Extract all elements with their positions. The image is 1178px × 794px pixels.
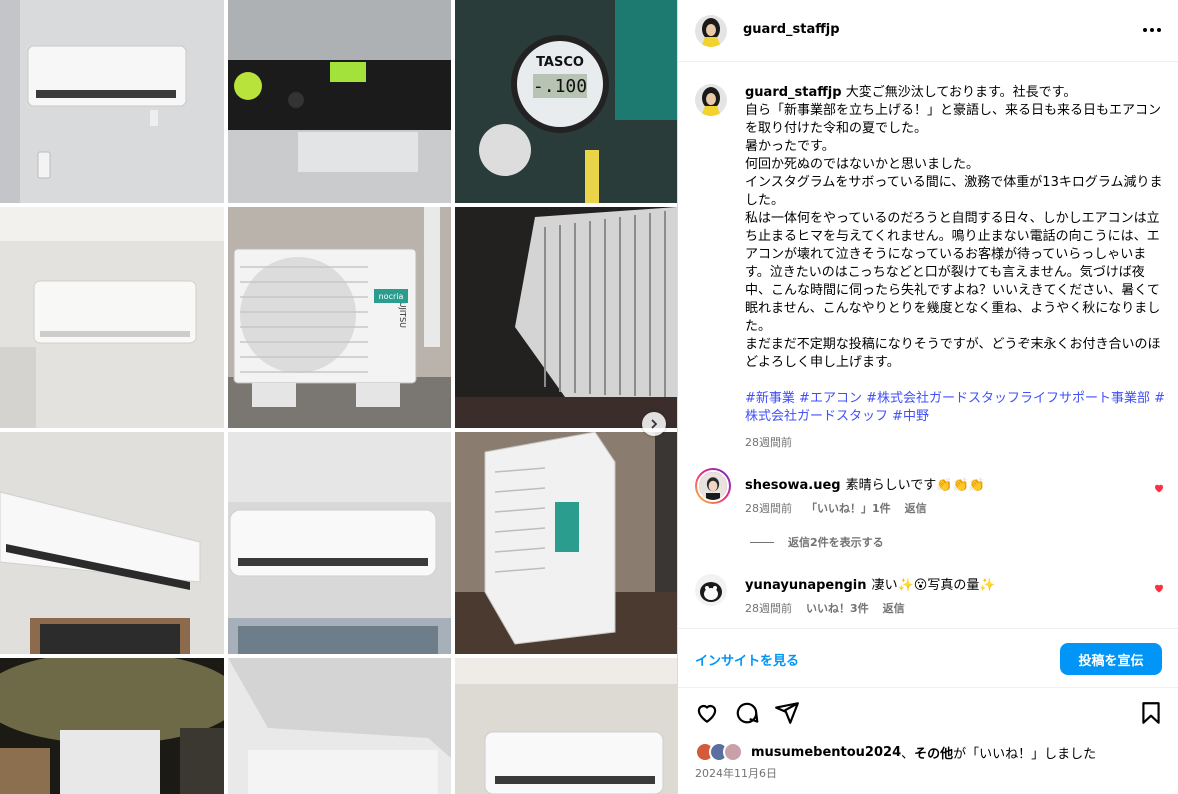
caption-avatar[interactable] <box>695 84 727 116</box>
tasco-label: TASCO <box>536 55 584 70</box>
comment-item: shesowa.ueg 素晴らしいです👏👏👏 28週間前 「いいね！」1件 返信 <box>678 468 1178 518</box>
heart-icon[interactable] <box>694 700 720 726</box>
heart-filled-icon[interactable] <box>1153 582 1165 594</box>
photo-indoor-unit-3[interactable] <box>0 432 224 654</box>
commenter-username[interactable]: yunayunapengin <box>745 578 867 593</box>
photo-outdoor-unit-3[interactable] <box>0 658 224 794</box>
photo-ceiling[interactable] <box>228 658 451 794</box>
post-header: guard_staffjp <box>678 0 1178 62</box>
comment-icon[interactable] <box>734 700 760 726</box>
view-replies-label: 返信2件を表示する <box>788 536 884 549</box>
comment-time[interactable]: 28週間前 <box>745 600 792 616</box>
view-replies-button[interactable]: 返信2件を表示する <box>750 534 884 550</box>
gauge-readout: -.100 <box>533 76 587 97</box>
insight-bar: インサイトを見る 投稿を宣伝 <box>678 628 1178 688</box>
hashtag[interactable]: #中野 <box>892 409 929 424</box>
photo-outdoor-unit-2[interactable] <box>455 432 677 654</box>
caption-line-4: 何回か死ぬのではないかと思いました。 <box>745 157 980 172</box>
author-avatar[interactable] <box>695 15 727 47</box>
photo-indoor-unit-1[interactable] <box>0 0 224 203</box>
more-dots-icon <box>1143 28 1147 32</box>
liker-avatars[interactable] <box>695 742 745 762</box>
hashtag[interactable]: #新事業 <box>745 391 795 406</box>
view-insights-link[interactable]: インサイトを見る <box>695 650 799 669</box>
liker-avatar <box>723 742 743 762</box>
hashtag[interactable]: #エアコン <box>799 391 862 406</box>
photo-outdoor-unit-1[interactable]: FUJITSU nocria <box>228 207 451 428</box>
likes-summary: musumebentou2024、その他 が「いいね！」しました <box>695 741 1096 763</box>
caption-username[interactable]: guard_staffjp <box>745 85 842 100</box>
caption-line-1: 大変ご無沙汰しております。社長です。 <box>845 85 1077 100</box>
photo-outdoor-grille[interactable] <box>455 207 677 428</box>
post-caption: guard_staffjp 大変ご無沙汰しております。社長です。 自ら「新事業部… <box>745 84 1167 426</box>
caption-line-5: インスタグラムをサボっている間に、激務で体重が13キログラム減りました。 <box>745 175 1163 208</box>
boost-post-button[interactable]: 投稿を宣伝 <box>1060 643 1162 675</box>
action-bar <box>678 698 1178 730</box>
liker-username[interactable]: musumebentou2024 <box>751 745 901 760</box>
hashtag-list: #新事業 #エアコン #株式会社ガードスタッフライフサポート事業部 #株式会社ガ… <box>745 390 1167 426</box>
photo-grid[interactable]: -.100 TASCO FUJITSU nocria <box>0 0 677 794</box>
post-date[interactable]: 2024年11月6日 <box>695 765 777 781</box>
caption-line-3: 暑かったです。 <box>745 139 835 154</box>
more-options-button[interactable] <box>1140 20 1164 40</box>
caption-line-6: 私は一体何をやっているのだろうと自問する日々、しかしエアコンは立ち止まるヒマを与… <box>745 211 1161 334</box>
likes-others-link[interactable]: その他 <box>914 743 953 762</box>
caption-timestamp[interactable]: 28週間前 <box>745 434 792 450</box>
comment-text: 凄い✨😮写真の量✨ <box>871 578 996 593</box>
commenter-avatar[interactable] <box>695 468 731 504</box>
comment-time[interactable]: 28週間前 <box>745 500 792 516</box>
carousel-next-button[interactable] <box>642 412 666 436</box>
bookmark-icon[interactable] <box>1138 700 1164 726</box>
commenter-username[interactable]: shesowa.ueg <box>745 478 841 493</box>
comment-item: yunayunapengin 凄い✨😮写真の量✨ 28週間前 いいね！3件 返信 <box>678 574 1178 624</box>
hashtag[interactable]: #株式会社ガードスタッフライフサポート事業部 <box>866 391 1150 406</box>
photo-pressure-gauge[interactable]: -.100 TASCO <box>455 0 677 203</box>
commenter-avatar[interactable] <box>695 574 727 606</box>
post-detail-panel: guard_staffjp guard_staffjp 大変ご無沙汰しております… <box>677 0 1178 794</box>
reply-button[interactable]: 返信 <box>883 600 905 616</box>
photo-level-tool[interactable] <box>228 0 451 203</box>
series-label: nocria <box>379 292 404 301</box>
photo-indoor-unit-2[interactable] <box>0 207 224 428</box>
author-username[interactable]: guard_staffjp <box>743 22 840 37</box>
reply-button[interactable]: 返信 <box>905 500 927 516</box>
photo-indoor-unit-4[interactable] <box>228 432 451 654</box>
caption-line-7: まだまだ不定期な投稿になりそうですが、どうぞ末永くお付き合いのほどよろしく申し上… <box>745 337 1161 370</box>
heart-filled-icon[interactable] <box>1153 482 1165 494</box>
chevron-right-icon <box>651 419 658 429</box>
comment-text: 素晴らしいです👏👏👏 <box>845 478 985 493</box>
caption-line-2: 自ら「新事業部を立ち上げる！」と豪語し、来る日も来る日もエアコンを取り付けた令和… <box>745 103 1162 136</box>
share-icon[interactable] <box>774 700 800 726</box>
likes-separator: 、 <box>901 746 915 762</box>
comment-like-count[interactable]: 「いいね！」1件 <box>806 500 891 516</box>
likes-suffix: が「いいね！」しました <box>953 746 1097 762</box>
photo-indoor-unit-5[interactable] <box>455 658 677 794</box>
comment-like-count[interactable]: いいね！3件 <box>806 600 869 616</box>
